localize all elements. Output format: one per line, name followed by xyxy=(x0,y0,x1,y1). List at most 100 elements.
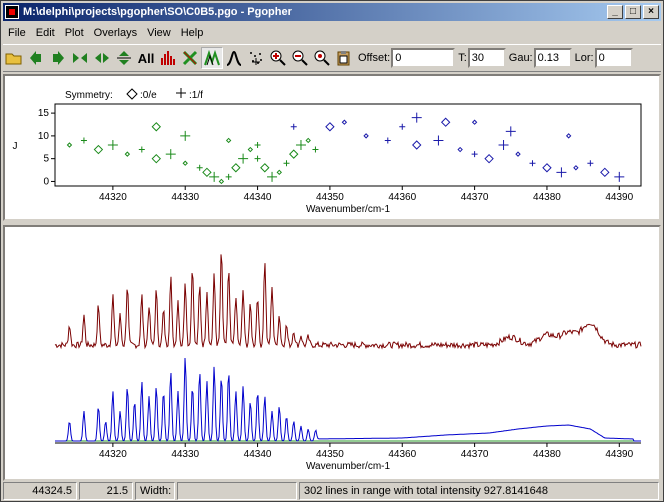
t-label: T: xyxy=(458,52,467,64)
data-point-diamond xyxy=(515,151,521,157)
data-point-cross xyxy=(290,123,297,130)
legend-cross-marker xyxy=(176,88,186,98)
data-point-cross xyxy=(138,146,145,153)
title-bar[interactable]: M:\delphi\projects\pgopher\SO\C0B5.pgo -… xyxy=(3,3,661,21)
data-point-diamond xyxy=(471,119,478,125)
shrink-horizontal-icon[interactable] xyxy=(69,47,91,69)
fortrat-plot[interactable]: 44320 44330 44340 44350 44360 44370 44380 44390… xyxy=(5,76,659,219)
y-tick-label: 5 xyxy=(43,154,49,165)
open-folder-icon[interactable] xyxy=(3,47,25,69)
data-point-diamond xyxy=(151,153,161,164)
data-point-diamond xyxy=(218,178,225,185)
gau-label: Gau: xyxy=(508,52,533,64)
line-profile-icon[interactable] xyxy=(201,47,223,69)
data-point-diamond xyxy=(202,167,212,178)
data-point-cross xyxy=(80,137,87,144)
x-tick-label: 44390 xyxy=(605,449,633,460)
data-point-diamond xyxy=(225,137,232,144)
data-point-cross xyxy=(254,142,261,148)
x-tick-label: 44320 xyxy=(99,449,127,460)
all-button[interactable]: All xyxy=(135,47,157,69)
menu-bar: File Edit Plot Overlays View Help xyxy=(3,23,661,42)
data-point-diamond xyxy=(93,144,104,155)
observed-spectrum-trace xyxy=(54,254,642,350)
data-point-cross xyxy=(505,126,516,137)
fortrat-plot-panel[interactable]: 44320 44330 44340 44350 44360 44370 44380 44390… xyxy=(3,74,661,221)
data-point-cross xyxy=(107,140,118,150)
minimize-button[interactable]: _ xyxy=(607,5,623,19)
simulated-spectrum-trace xyxy=(55,357,641,442)
data-point-cross xyxy=(267,171,278,182)
zoom-out-icon[interactable] xyxy=(289,47,311,69)
app-icon[interactable] xyxy=(5,5,19,19)
x-tick-label: 44340 xyxy=(244,449,272,460)
data-point-cross xyxy=(587,160,594,167)
data-point-cross xyxy=(384,137,391,144)
spectrum-plot-panel[interactable]: 44320 44330 44340 44350 44360 44370 44380 44390… xyxy=(3,225,661,481)
menu-edit[interactable]: Edit xyxy=(31,27,60,39)
data-point-diamond xyxy=(341,119,348,125)
menu-view[interactable]: View xyxy=(142,27,176,39)
y-tick-label: 0 xyxy=(43,176,49,187)
menu-help[interactable]: Help xyxy=(176,27,209,39)
scatter-points-icon[interactable] xyxy=(245,47,267,69)
y-tick-label: 10 xyxy=(38,131,50,142)
x-tick-label: 44330 xyxy=(171,449,199,460)
legend-f-label: :1/f xyxy=(189,90,203,101)
menu-plot[interactable]: Plot xyxy=(60,27,89,39)
data-point-cross xyxy=(399,123,406,130)
data-point-diamond xyxy=(151,122,161,132)
clipboard-icon[interactable] xyxy=(333,47,355,69)
temperature-input[interactable] xyxy=(467,48,506,68)
x-tick-label: 44370 xyxy=(461,449,489,460)
x-tick-label: 44380 xyxy=(533,449,561,460)
clear-x-icon[interactable] xyxy=(179,47,201,69)
close-button[interactable]: × xyxy=(643,5,659,19)
data-point-cross xyxy=(225,173,232,180)
toolbar: All Offset: T: Gau: Lor: xyxy=(3,44,661,72)
data-point-cross xyxy=(254,155,261,162)
data-point-diamond xyxy=(182,160,188,166)
maximize-button[interactable]: □ xyxy=(625,5,641,19)
x-axis-label: Wavenumber/cm-1 xyxy=(306,204,391,215)
status-width-label: Width: xyxy=(135,482,175,500)
x-tick-label: 44350 xyxy=(316,449,344,460)
expand-horizontal-icon[interactable] xyxy=(91,47,113,69)
x-tick-label: 44370 xyxy=(461,192,489,203)
zoom-reset-icon[interactable] xyxy=(311,47,333,69)
fit-vertical-icon[interactable] xyxy=(113,47,135,69)
offset-input[interactable] xyxy=(391,48,456,68)
data-point-diamond xyxy=(260,163,270,173)
data-point-diamond xyxy=(231,163,241,173)
data-point-cross xyxy=(433,135,444,146)
lorentzian-width-input[interactable] xyxy=(594,48,633,68)
plot-frame xyxy=(54,103,642,187)
x-tick-label: 44360 xyxy=(388,192,416,203)
x-tick-label: 44380 xyxy=(533,192,561,203)
data-point-diamond xyxy=(363,133,369,139)
x-tick-label: 44340 xyxy=(244,192,272,203)
x-tick-label: 44360 xyxy=(388,449,416,460)
data-point-cross xyxy=(411,112,422,123)
status-message: 302 lines in range with total intensity … xyxy=(299,482,659,500)
menu-overlays[interactable]: Overlays xyxy=(89,27,142,39)
data-point-cross xyxy=(209,171,220,182)
data-point-diamond xyxy=(600,167,610,178)
data-point-diamond xyxy=(573,165,579,171)
peak-shape-icon[interactable] xyxy=(223,47,245,69)
offset-label: Offset: xyxy=(358,52,391,64)
data-point-cross xyxy=(238,153,249,164)
data-point-diamond xyxy=(66,142,73,148)
menu-file[interactable]: File xyxy=(3,27,31,39)
legend-title: Symmetry: xyxy=(65,90,113,101)
data-point-diamond xyxy=(305,137,311,144)
arrow-left-icon[interactable] xyxy=(25,47,47,69)
arrow-right-icon[interactable] xyxy=(47,47,69,69)
window-title: M:\delphi\projects\pgopher\SO\C0B5.pgo -… xyxy=(23,6,292,18)
gaussian-width-input[interactable] xyxy=(533,48,572,68)
app-window: M:\delphi\projects\pgopher\SO\C0B5.pgo -… xyxy=(0,0,664,502)
zoom-in-icon[interactable] xyxy=(267,47,289,69)
stick-spectrum-icon[interactable] xyxy=(157,47,179,69)
spectrum-plot[interactable]: 44320 44330 44340 44350 44360 44370 44380 44390… xyxy=(5,227,659,479)
data-point-diamond xyxy=(457,146,463,153)
